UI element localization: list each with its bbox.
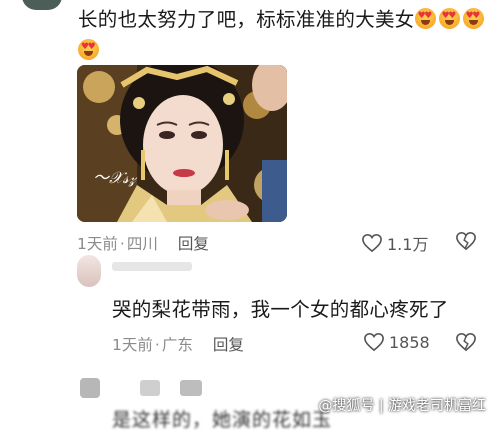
like-button[interactable]: 1858	[363, 332, 430, 352]
broken-heart-icon	[456, 231, 476, 251]
heart-eyes-emoji-icon	[438, 8, 460, 29]
comment-meta: 1天前 · 四川 回复	[77, 235, 209, 253]
like-count: 1.1万	[387, 235, 429, 254]
comment-text: 长的也太努力了吧，标标准准的大美女	[78, 4, 493, 66]
heart-icon	[362, 233, 382, 253]
like-button[interactable]: 1.1万	[361, 231, 428, 255]
heart-eyes-emoji-icon	[462, 8, 484, 29]
watermark: @搜狐号 | 游戏老司机富红	[318, 398, 486, 414]
blurred-block	[140, 380, 160, 396]
comment-image[interactable]: 〜𝒳𝓈𝓏	[77, 65, 287, 222]
reply-button[interactable]: 回复	[213, 336, 244, 354]
heart-eyes-emoji-icon	[414, 8, 436, 29]
commenter-name-blurred	[112, 262, 192, 271]
comment-text-body: 长的也太努力了吧，标标准准的大美女	[78, 8, 415, 31]
comment-date: 1天前	[77, 235, 118, 253]
heart-eyes-emoji-icon	[78, 39, 99, 60]
commenter-avatar[interactable]	[80, 378, 100, 398]
reply-button[interactable]: 回复	[178, 235, 209, 253]
like-count: 1858	[389, 332, 430, 352]
comment-location: 广东	[161, 336, 193, 354]
dislike-button[interactable]	[455, 231, 477, 251]
commenter-avatar[interactable]	[77, 255, 101, 287]
heart-icon	[364, 332, 384, 352]
broken-heart-icon	[456, 332, 476, 352]
comment-meta: 1天前 · 广东 回复	[112, 336, 244, 354]
comment-location: 四川	[126, 235, 158, 253]
commenter-avatar[interactable]	[22, 0, 62, 10]
dislike-button[interactable]	[455, 332, 477, 352]
svg-text:〜𝒳𝓈𝓏: 〜𝒳𝓈𝓏	[93, 168, 138, 187]
comment-text-partial: 是这样的，她演的花如玉	[112, 409, 333, 431]
comment-date: 1天前	[112, 336, 153, 354]
blurred-block	[180, 380, 202, 396]
comment-text: 哭的梨花带雨，我一个女的都心疼死了	[112, 298, 449, 321]
